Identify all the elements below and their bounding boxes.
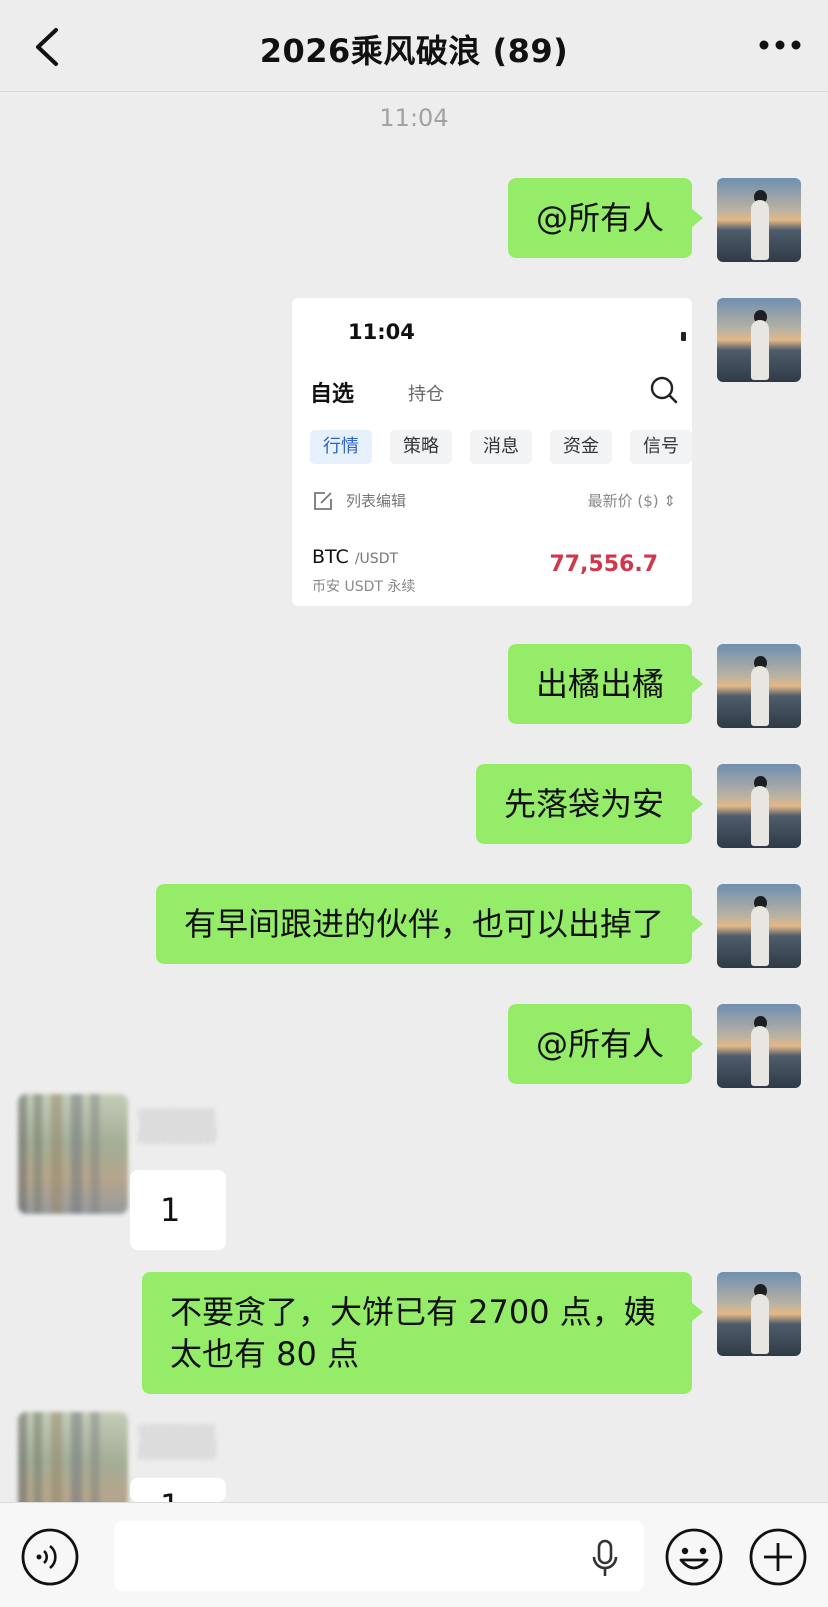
- symbol-pair: /USDT: [354, 551, 399, 567]
- symbol: BTC: [312, 546, 349, 568]
- microphone-icon[interactable]: [590, 1539, 620, 1579]
- message-timestamp: 11:04: [379, 104, 449, 132]
- avatar[interactable]: [18, 1094, 128, 1214]
- search-icon: [650, 376, 678, 404]
- chip-strategy: 策略: [390, 430, 452, 464]
- voice-input-icon[interactable]: [20, 1527, 80, 1587]
- signal-icon: [681, 332, 686, 341]
- chip-funds: 资金: [550, 430, 612, 464]
- chat-header: 2026乘风破浪 (89): [0, 0, 828, 92]
- message-bubble[interactable]: 1: [130, 1170, 226, 1250]
- tab-holdings: 持仓: [408, 384, 444, 405]
- chat-title: 2026乘风破浪 (89): [259, 32, 569, 70]
- avatar[interactable]: [717, 298, 801, 382]
- chip-news: 消息: [470, 430, 532, 464]
- avatar[interactable]: [717, 884, 801, 968]
- edit-icon: [314, 492, 332, 510]
- chip-market: 行情: [310, 430, 372, 464]
- message-bubble[interactable]: 有早间跟进的伙伴，也可以出掉了: [155, 884, 704, 964]
- status-time: 11:04: [348, 320, 415, 344]
- category-chips: 行情 策略 消息 资金 信号: [310, 430, 692, 466]
- sender-name: [138, 1424, 216, 1460]
- message-input[interactable]: [114, 1521, 644, 1591]
- avatar[interactable]: [717, 764, 801, 848]
- tab-watchlist: 自选: [310, 382, 355, 407]
- message-bubble[interactable]: @所有人: [507, 178, 704, 258]
- edit-list-label: 列表编辑: [346, 492, 407, 510]
- image-message[interactable]: 11:04 自选 持仓 行情 策略 消息 资金 信号 列表编辑 最新价 ($) ⇕ BT…: [292, 298, 692, 606]
- sender-name: [138, 1108, 216, 1144]
- price-header: 最新价 ($) ⇕: [587, 492, 676, 510]
- chip-signal: 信号: [630, 430, 692, 464]
- message-bubble[interactable]: 先落袋为安: [475, 764, 704, 844]
- message-bubble[interactable]: 出橘出橘: [507, 644, 704, 724]
- avatar[interactable]: [717, 1272, 801, 1356]
- symbol-row: BTC /USDT: [312, 546, 398, 568]
- symbol-source: 币安 USDT 永续: [312, 579, 416, 595]
- message-bubble[interactable]: 不要贪了，大饼已有 2700 点，姨太也有 80 点: [142, 1272, 703, 1394]
- avatar[interactable]: [717, 178, 801, 262]
- message-bubble[interactable]: @所有人: [507, 1004, 704, 1084]
- symbol-price: 77,556.7: [549, 552, 658, 577]
- input-bar: [0, 1502, 828, 1607]
- emoji-icon[interactable]: [664, 1527, 724, 1587]
- message-bubble[interactable]: 1: [130, 1478, 226, 1502]
- avatar[interactable]: [717, 644, 801, 728]
- avatar[interactable]: [717, 1004, 801, 1088]
- plus-icon[interactable]: [748, 1527, 808, 1587]
- more-options-icon[interactable]: [758, 38, 802, 52]
